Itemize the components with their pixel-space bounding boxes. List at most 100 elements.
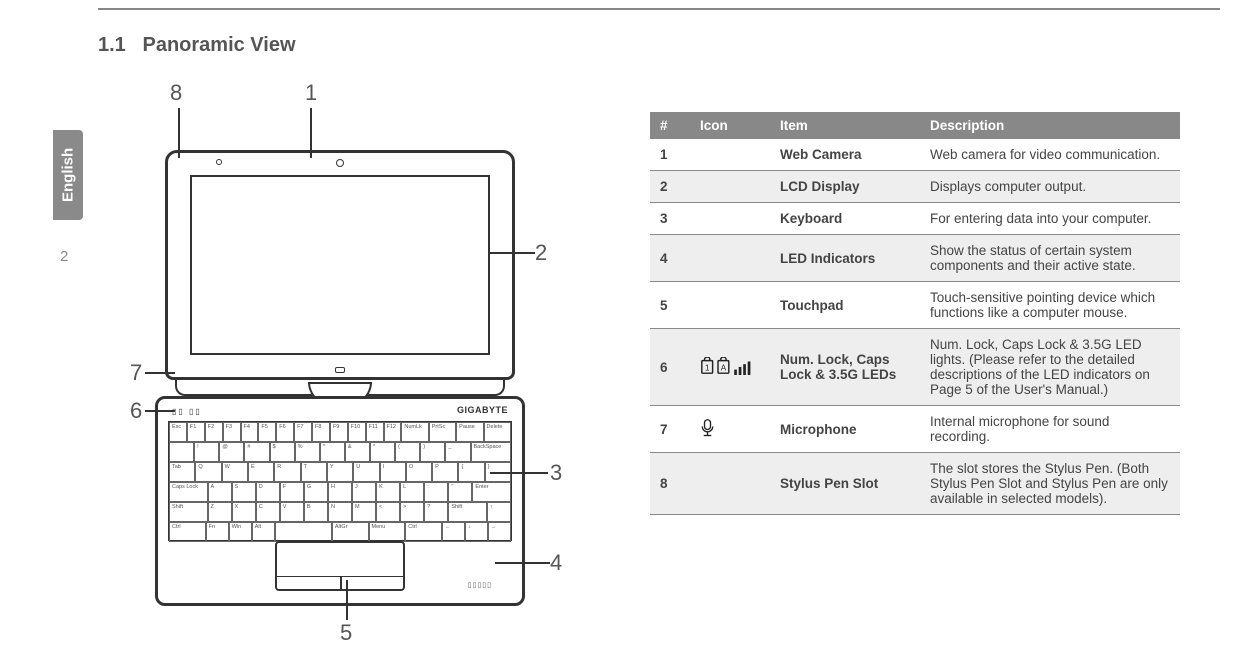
touchpad-illustration xyxy=(275,541,405,591)
callout-7: 7 xyxy=(130,360,142,386)
key: F5 xyxy=(258,422,276,442)
header-rule xyxy=(98,8,1220,10)
col-desc: Description xyxy=(920,112,1180,139)
component-table: # Icon Item Description 1Web CameraWeb c… xyxy=(650,112,1180,515)
cell-item: Touchpad xyxy=(770,282,920,329)
laptop-base: ▯▯ ▯▯ GIGABYTE EscF1F2F3F4F5F6F7F8F9F10F… xyxy=(155,396,525,606)
cell-icon xyxy=(690,139,770,171)
key: F1 xyxy=(187,422,205,442)
key: " xyxy=(448,482,472,502)
key: L xyxy=(400,482,424,502)
key: PrtSc xyxy=(429,422,456,442)
cell-icon xyxy=(690,406,770,453)
key: < xyxy=(376,502,400,522)
bottom-led-icons: ▯▯▯▯▯ xyxy=(468,581,492,589)
mic-hole-icon xyxy=(216,159,222,165)
language-tab: English xyxy=(53,130,83,220)
key: F7 xyxy=(294,422,312,442)
key: M xyxy=(352,502,376,522)
cell-item: LED Indicators xyxy=(770,235,920,282)
key: Y xyxy=(327,462,353,482)
callout-line xyxy=(145,372,175,374)
cell-desc: Displays computer output. xyxy=(920,171,1180,203)
cell-desc: Num. Lock, Caps Lock & 3.5G LED lights. … xyxy=(920,329,1180,406)
cell-item: Num. Lock, Caps Lock & 3.5G LEDs xyxy=(770,329,920,406)
key: H xyxy=(328,482,352,502)
key: * xyxy=(370,442,395,462)
callout-4: 4 xyxy=(550,550,562,576)
key: D xyxy=(256,482,280,502)
cell-desc: The slot stores the Stylus Pen. (Both St… xyxy=(920,453,1180,515)
key: # xyxy=(244,442,269,462)
key: Esc xyxy=(169,422,187,442)
key: $ xyxy=(270,442,295,462)
cell-desc: For entering data into your computer. xyxy=(920,203,1180,235)
key: K xyxy=(376,482,400,502)
callout-line xyxy=(346,580,348,620)
cell-icon: 1A xyxy=(690,329,770,406)
key: ! xyxy=(194,442,219,462)
cell-desc: Show the status of certain system compon… xyxy=(920,235,1180,282)
key: W xyxy=(222,462,248,482)
key: F xyxy=(280,482,304,502)
callout-line xyxy=(490,252,535,254)
key: Fn xyxy=(206,522,229,542)
key: ` xyxy=(169,442,194,462)
key: _ xyxy=(445,442,470,462)
cell-icon xyxy=(690,453,770,515)
key: Alt xyxy=(252,522,275,542)
key: Menu xyxy=(369,522,406,542)
key: Tab xyxy=(169,462,195,482)
key: → xyxy=(488,522,511,542)
cell-num: 8 xyxy=(650,453,690,515)
cell-num: 3 xyxy=(650,203,690,235)
section-number: 1.1 xyxy=(98,34,126,56)
table-row: 2LCD DisplayDisplays computer output. xyxy=(650,171,1180,203)
key: U xyxy=(353,462,379,482)
key: > xyxy=(400,502,424,522)
key: ) xyxy=(420,442,445,462)
key: Ctrl xyxy=(169,522,206,542)
cell-icon xyxy=(690,282,770,329)
key: Pause xyxy=(456,422,483,442)
key: F4 xyxy=(241,422,259,442)
key: @ xyxy=(219,442,244,462)
table-row: 61ANum. Lock, Caps Lock & 3.5G LEDsNum. … xyxy=(650,329,1180,406)
cell-num: 5 xyxy=(650,282,690,329)
key: X xyxy=(232,502,256,522)
col-item: Item xyxy=(770,112,920,139)
key: T xyxy=(301,462,327,482)
table-row: 4LED IndicatorsShow the status of certai… xyxy=(650,235,1180,282)
svg-text:A: A xyxy=(721,363,727,372)
key: % xyxy=(295,442,320,462)
key: : xyxy=(424,482,448,502)
table-row: 1Web CameraWeb camera for video communic… xyxy=(650,139,1180,171)
key: F2 xyxy=(205,422,223,442)
key: Shift xyxy=(448,502,487,522)
key: S xyxy=(232,482,256,502)
key: P xyxy=(432,462,458,482)
key: ← xyxy=(442,522,465,542)
key: C xyxy=(256,502,280,522)
callout-line xyxy=(495,562,550,564)
laptop-outline: ▯▯ ▯▯ GIGABYTE EscF1F2F3F4F5F6F7F8F9F10F… xyxy=(165,150,515,606)
key: Win xyxy=(229,522,252,542)
key: ^ xyxy=(320,442,345,462)
key: ? xyxy=(424,502,448,522)
cell-item: Stylus Pen Slot xyxy=(770,453,920,515)
key: G xyxy=(304,482,328,502)
key: F11 xyxy=(366,422,384,442)
key xyxy=(275,522,332,542)
cell-desc: Touch-sensitive pointing device which fu… xyxy=(920,282,1180,329)
callout-2: 2 xyxy=(535,240,547,266)
table-header-row: # Icon Item Description xyxy=(650,112,1180,139)
key: O xyxy=(406,462,432,482)
key: F8 xyxy=(312,422,330,442)
section-name: Panoramic View xyxy=(142,34,295,56)
laptop-lid xyxy=(165,150,515,380)
cell-desc: Web camera for video communication. xyxy=(920,139,1180,171)
callout-6: 6 xyxy=(130,398,142,424)
callout-1: 1 xyxy=(305,80,317,106)
cell-num: 2 xyxy=(650,171,690,203)
lid-button xyxy=(335,367,345,373)
